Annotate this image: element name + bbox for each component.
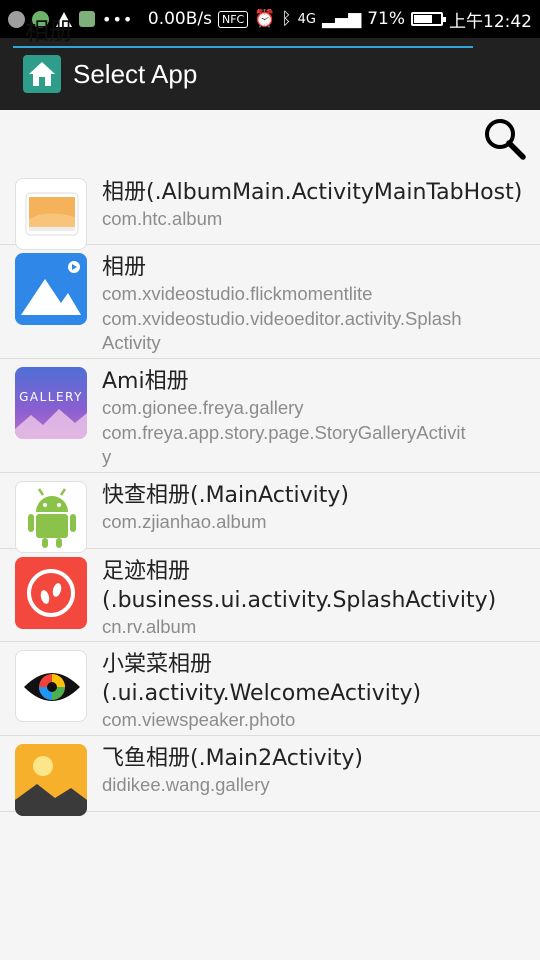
list-item[interactable]: 飞鱼相册(.Main2Activity) didikee.wang.galler…: [0, 736, 540, 816]
app-package: didikee.wang.gallery: [102, 774, 270, 795]
ami-gallery-icon-text: GALLERY: [19, 390, 83, 404]
app-title: 飞鱼相册(.Main2Activity): [102, 746, 363, 771]
list-item[interactable]: 相册(.AlbumMain.ActivityMainTabHost) com.h…: [0, 170, 540, 250]
search-icon[interactable]: [482, 116, 528, 162]
app-package: com.zjianhao.album: [102, 511, 267, 532]
ami-gallery-icon: GALLERY: [15, 367, 87, 439]
home-icon: [23, 55, 61, 93]
android-icon: [15, 481, 87, 553]
app-package: com.gionee.freya.gallery com.freya.app.s…: [102, 397, 466, 467]
list-item[interactable]: 相册 com.xvideostudio.flickmomentlite com.…: [0, 245, 540, 359]
list-item[interactable]: GALLERY Ami相册 com.gionee.freya.gallery c…: [0, 359, 540, 473]
feiyu-gallery-icon: [15, 744, 87, 816]
app-title: 足迹相册 (.business.ui.activity.SplashActivi…: [102, 559, 497, 613]
app-title: 相册: [102, 255, 147, 280]
app-title: 快查相册(.MainActivity): [102, 483, 349, 508]
footprint-album-icon: [15, 557, 87, 629]
app-package: com.viewspeaker.photo: [102, 709, 296, 730]
xvideostudio-album-icon: [15, 253, 87, 325]
search-input[interactable]: [13, 10, 473, 48]
app-package: cn.rv.album: [102, 616, 197, 637]
list-item[interactable]: 快查相册(.MainActivity) com.zjianhao.album: [0, 473, 540, 553]
app-title: Ami相册: [102, 369, 189, 394]
app-list: 相册(.AlbumMain.ActivityMainTabHost) com.h…: [0, 170, 540, 816]
app-bar: Select App: [0, 38, 540, 110]
htc-album-icon: [15, 178, 87, 250]
app-title: 相册(.AlbumMain.ActivityMainTabHost): [102, 180, 523, 205]
app-title: 小棠菜相册 (.ui.activity.WelcomeActivity): [102, 652, 422, 706]
page-title: Select App: [73, 58, 198, 89]
app-package: com.xvideostudio.flickmomentlite com.xvi…: [102, 283, 462, 353]
viewspeaker-eye-icon: [15, 650, 87, 722]
app-package: com.htc.album: [102, 208, 223, 229]
list-item[interactable]: 足迹相册 (.business.ui.activity.SplashActivi…: [0, 549, 540, 642]
search-row: [0, 110, 540, 170]
list-item[interactable]: 小棠菜相册 (.ui.activity.WelcomeActivity) com…: [0, 642, 540, 736]
